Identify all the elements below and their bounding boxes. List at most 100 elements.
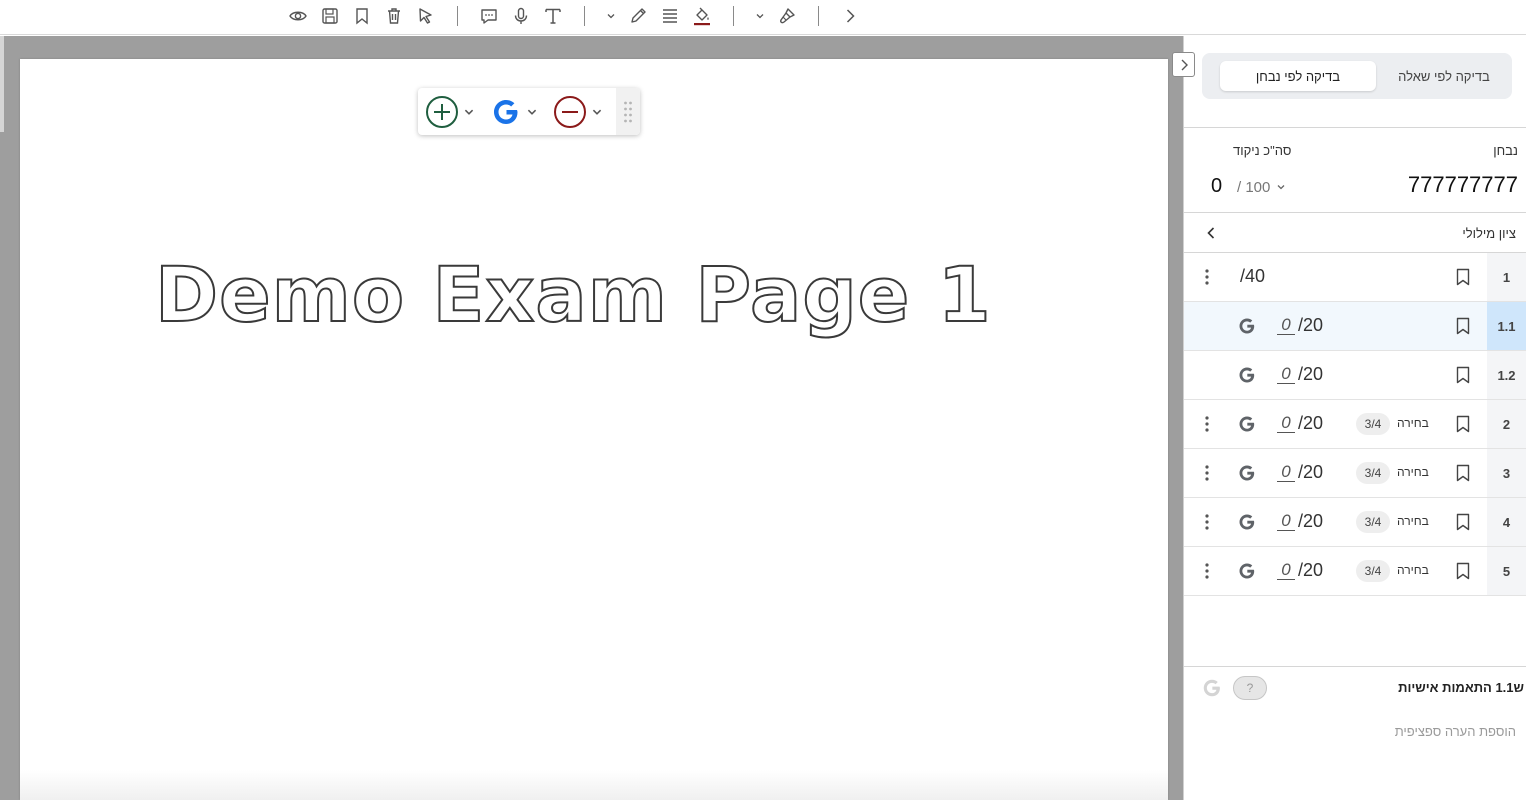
bookmark-icon[interactable]	[1455, 562, 1471, 580]
examinee-label: נבחן	[1493, 143, 1518, 158]
chevron-right-icon[interactable]	[838, 4, 862, 28]
score-max: /20	[1298, 560, 1324, 580]
trash-icon[interactable]	[382, 4, 406, 28]
choice-label: בחירה	[1397, 563, 1429, 577]
chevron-down-icon[interactable]	[753, 4, 767, 28]
question-number: 4	[1487, 498, 1526, 546]
choice-label: בחירה	[1397, 465, 1429, 479]
question-row[interactable]: 5 בחירה 3/4 0/20	[1184, 547, 1526, 596]
google-icon[interactable]	[1237, 561, 1257, 581]
google-icon[interactable]	[1237, 365, 1257, 385]
score-max: /40	[1240, 266, 1266, 286]
chevron-down-icon[interactable]	[604, 4, 618, 28]
question-number: 5	[1487, 547, 1526, 595]
chevron-right-icon	[1181, 59, 1188, 70]
examinee-id: 777777777	[1407, 172, 1518, 197]
pen-icon[interactable]	[626, 4, 650, 28]
save-icon[interactable]	[318, 4, 342, 28]
kebab-menu-icon[interactable]	[1202, 463, 1212, 483]
floating-grading-toolbar	[418, 88, 640, 135]
question-number: 1.2	[1487, 351, 1526, 399]
brush-icon[interactable]	[775, 4, 799, 28]
score-input[interactable]: 0	[1277, 414, 1295, 433]
choice-count-badge: 3/4	[1356, 462, 1390, 484]
score-input[interactable]: 0	[1277, 512, 1295, 531]
text-icon[interactable]	[541, 4, 565, 28]
google-icon[interactable]	[1237, 512, 1257, 532]
toolbar-separator	[584, 6, 585, 26]
add-points-button[interactable]	[425, 95, 475, 129]
kebab-menu-icon[interactable]	[1202, 267, 1212, 287]
lines-icon[interactable]	[658, 4, 682, 28]
question-number: 3	[1487, 449, 1526, 497]
microphone-icon[interactable]	[509, 4, 533, 28]
question-row[interactable]: 3 בחירה 3/4 0/20	[1184, 449, 1526, 498]
exam-page[interactable]	[20, 59, 1168, 800]
score-input[interactable]: 0	[1277, 463, 1295, 482]
choice-count-badge: 3/4	[1356, 560, 1390, 582]
toolbar-separator	[733, 6, 734, 26]
choice-label: בחירה	[1397, 514, 1429, 528]
bookmark-icon[interactable]	[1455, 513, 1471, 531]
cursor-icon[interactable]	[414, 4, 438, 28]
score-input[interactable]: 0	[1277, 365, 1295, 384]
comment-section-title: ש1.1 התאמות אישיות	[1398, 680, 1524, 695]
question-number: 1.1	[1487, 302, 1526, 350]
google-button[interactable]	[490, 95, 538, 129]
chevron-left-icon[interactable]	[1204, 225, 1218, 241]
help-button[interactable]: ?	[1233, 676, 1267, 700]
chevron-down-icon[interactable]	[526, 106, 538, 118]
chevron-down-icon[interactable]	[463, 106, 475, 118]
toolbar-separator	[457, 6, 458, 26]
score-max: /20	[1298, 462, 1324, 482]
bookmark-icon[interactable]	[1455, 366, 1471, 384]
comment-input[interactable]: הוספת הערה ספציפית	[1395, 724, 1516, 739]
chevron-down-icon[interactable]	[591, 106, 603, 118]
bookmark-icon[interactable]	[1455, 464, 1471, 482]
question-row[interactable]: 4 בחירה 3/4 0/20	[1184, 498, 1526, 547]
page-bottom-fade	[20, 770, 1168, 800]
score-input[interactable]: 0	[1277, 561, 1295, 580]
score-max: /20	[1298, 511, 1324, 531]
bookmark-icon[interactable]	[350, 4, 374, 28]
question-row[interactable]: 1.2 0/20	[1184, 351, 1526, 400]
question-row[interactable]: 1/40	[1184, 253, 1526, 302]
google-icon[interactable]	[1237, 316, 1257, 336]
eye-icon[interactable]	[286, 4, 310, 28]
question-number: 2	[1487, 400, 1526, 448]
kebab-menu-icon[interactable]	[1202, 512, 1212, 532]
question-number: 1	[1487, 253, 1526, 301]
score-input[interactable]: 0	[1277, 316, 1295, 335]
bookmark-icon[interactable]	[1455, 268, 1471, 286]
grading-mode-toggle: בדיקה לפי נבחן בדיקה לפי שאלה	[1202, 53, 1512, 99]
fill-icon[interactable]	[690, 4, 714, 28]
plus-circle-icon	[426, 96, 458, 128]
minus-circle-icon	[554, 96, 586, 128]
bookmark-icon[interactable]	[1455, 415, 1471, 433]
subtract-points-button[interactable]	[553, 95, 603, 129]
question-row[interactable]: 2 בחירה 3/4 0/20	[1184, 400, 1526, 449]
google-icon[interactable]	[1237, 463, 1257, 483]
kebab-menu-icon[interactable]	[1202, 414, 1212, 434]
toolbar-separator	[818, 6, 819, 26]
total-score: 0	[1211, 175, 1223, 197]
collapse-panel-button[interactable]	[1172, 52, 1195, 77]
total-max: / 100	[1237, 179, 1271, 196]
score-max: /20	[1298, 315, 1324, 335]
score-max: /20	[1298, 413, 1324, 433]
choice-label: בחירה	[1397, 416, 1429, 430]
choice-count-badge: 3/4	[1356, 511, 1390, 533]
choice-count-badge: 3/4	[1356, 413, 1390, 435]
divider	[1184, 212, 1526, 213]
question-row[interactable]: 1.1 0/20	[1184, 302, 1526, 351]
comment-icon[interactable]	[477, 4, 501, 28]
bookmark-icon[interactable]	[1455, 317, 1471, 335]
chevron-down-icon[interactable]	[1276, 182, 1286, 192]
google-icon[interactable]	[1237, 414, 1257, 434]
tab-by-question[interactable]: בדיקה לפי שאלה	[1380, 61, 1508, 91]
kebab-menu-icon[interactable]	[1202, 561, 1212, 581]
score-max: /20	[1298, 364, 1324, 384]
google-icon[interactable]	[1201, 677, 1223, 699]
tab-by-examinee[interactable]: בדיקה לפי נבחן	[1220, 61, 1376, 91]
drag-handle-icon[interactable]	[616, 88, 640, 135]
